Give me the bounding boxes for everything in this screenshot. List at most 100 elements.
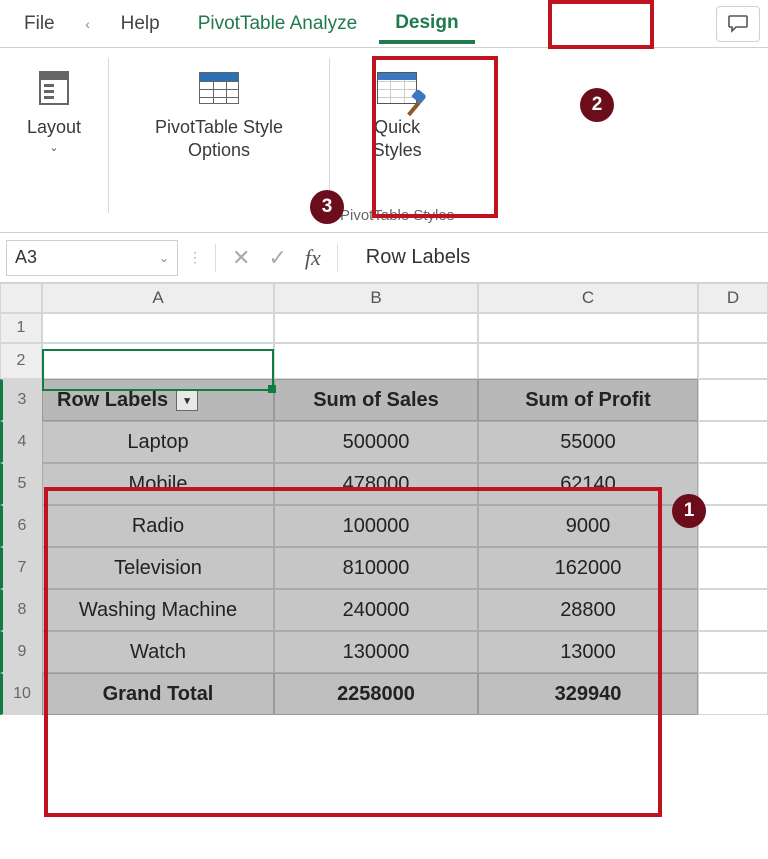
formula-input[interactable]: Row Labels bbox=[348, 246, 471, 269]
quick-styles-button[interactable]: Quick Styles bbox=[342, 58, 452, 163]
pivot-cell[interactable]: Watch bbox=[42, 631, 274, 673]
select-all-corner[interactable] bbox=[0, 283, 42, 313]
row-header[interactable]: 3 bbox=[0, 379, 42, 421]
cell[interactable] bbox=[274, 313, 478, 343]
col-header-B[interactable]: B bbox=[274, 283, 478, 313]
cell[interactable] bbox=[698, 547, 768, 589]
pivot-cell[interactable]: 55000 bbox=[478, 421, 698, 463]
row-header[interactable]: 2 bbox=[0, 343, 42, 379]
tab-strip: File ‹ Help PivotTable Analyze Design bbox=[0, 0, 768, 48]
ribbon: Layout ⌄ PivotTable Style Options Quick … bbox=[0, 48, 768, 233]
scroll-left-icon[interactable]: ‹ bbox=[77, 16, 99, 32]
grand-total-row: 10 Grand Total 2258000 329940 bbox=[0, 673, 768, 715]
cell[interactable] bbox=[698, 313, 768, 343]
table-row: 6 Radio 100000 9000 bbox=[0, 505, 768, 547]
row-header[interactable]: 7 bbox=[0, 547, 42, 589]
layout-button[interactable]: Layout ⌄ bbox=[10, 58, 98, 156]
row-header[interactable]: 9 bbox=[0, 631, 42, 673]
layout-label: Layout bbox=[27, 116, 81, 139]
filter-button[interactable]: ▾ bbox=[176, 389, 198, 411]
pivot-cell[interactable]: 162000 bbox=[478, 547, 698, 589]
cell[interactable] bbox=[698, 589, 768, 631]
pivot-total-label[interactable]: Grand Total bbox=[42, 673, 274, 715]
pivot-cell[interactable]: 810000 bbox=[274, 547, 478, 589]
pivot-cell[interactable]: 28800 bbox=[478, 589, 698, 631]
table-row: 4 Laptop 500000 55000 bbox=[0, 421, 768, 463]
pivot-total-sales[interactable]: 2258000 bbox=[274, 673, 478, 715]
col-header-D[interactable]: D bbox=[698, 283, 768, 313]
group-label: PivotTable Styles bbox=[340, 207, 454, 228]
col-header-A[interactable]: A bbox=[42, 283, 274, 313]
pivottable-styles-group: Quick Styles PivotTable Styles bbox=[340, 58, 454, 228]
chevron-down-icon: ⌄ bbox=[49, 141, 58, 154]
formula-bar: A3 ⌄ ⋮ ✕ ✓ fx Row Labels bbox=[0, 233, 768, 283]
row-header[interactable]: 4 bbox=[0, 421, 42, 463]
grip-icon: ⋮ bbox=[188, 249, 201, 266]
pivot-cell[interactable]: Washing Machine bbox=[42, 589, 274, 631]
quick-styles-label: Quick Styles bbox=[373, 116, 422, 161]
pivot-cell[interactable]: 9000 bbox=[478, 505, 698, 547]
column-headers: A B C D bbox=[0, 283, 768, 313]
cell[interactable] bbox=[478, 313, 698, 343]
row-header[interactable]: 10 bbox=[0, 673, 42, 715]
tab-help[interactable]: Help bbox=[105, 5, 176, 43]
pivot-header-rowlabels[interactable]: Row Labels ▾ bbox=[42, 379, 274, 421]
pivot-cell[interactable]: 13000 bbox=[478, 631, 698, 673]
row-header[interactable]: 8 bbox=[0, 589, 42, 631]
tab-file[interactable]: File bbox=[8, 5, 71, 43]
cell[interactable] bbox=[478, 343, 698, 379]
pivot-cell[interactable]: 100000 bbox=[274, 505, 478, 547]
badge-3: 3 bbox=[310, 190, 344, 224]
cell[interactable] bbox=[42, 313, 274, 343]
cell[interactable] bbox=[698, 631, 768, 673]
name-box[interactable]: A3 ⌄ bbox=[6, 240, 178, 276]
col-header-C[interactable]: C bbox=[478, 283, 698, 313]
tab-design[interactable]: Design bbox=[379, 4, 474, 44]
row-2: 2 bbox=[0, 343, 768, 379]
fx-button[interactable]: fx bbox=[299, 245, 327, 271]
tab-pivottable-analyze[interactable]: PivotTable Analyze bbox=[182, 5, 374, 43]
cell[interactable] bbox=[698, 463, 768, 505]
style-options-button[interactable]: PivotTable Style Options bbox=[119, 58, 319, 163]
pivot-total-profit[interactable]: 329940 bbox=[478, 673, 698, 715]
pivot-cell[interactable]: Mobile bbox=[42, 463, 274, 505]
table-row: 5 Mobile 478000 62140 bbox=[0, 463, 768, 505]
pivot-cell[interactable]: 130000 bbox=[274, 631, 478, 673]
pivot-cell[interactable]: 240000 bbox=[274, 589, 478, 631]
pivot-cell[interactable]: Television bbox=[42, 547, 274, 589]
name-box-value: A3 bbox=[15, 247, 37, 268]
cell[interactable] bbox=[274, 343, 478, 379]
comment-icon bbox=[727, 14, 749, 34]
cancel-button[interactable]: ✕ bbox=[226, 245, 256, 271]
worksheet[interactable]: A B C D 1 2 3 Row Labels ▾ Sum of Sales … bbox=[0, 283, 768, 715]
row-header[interactable]: 6 bbox=[0, 505, 42, 547]
cell[interactable] bbox=[698, 379, 768, 421]
cell[interactable] bbox=[698, 343, 768, 379]
comments-button[interactable] bbox=[716, 6, 760, 42]
layout-icon bbox=[39, 71, 69, 105]
pivot-cell[interactable]: Laptop bbox=[42, 421, 274, 463]
separator bbox=[108, 58, 109, 213]
style-options-label: PivotTable Style Options bbox=[155, 116, 283, 161]
row-header[interactable]: 5 bbox=[0, 463, 42, 505]
badge-1: 1 bbox=[672, 494, 706, 528]
cell[interactable] bbox=[698, 421, 768, 463]
cell[interactable] bbox=[698, 673, 768, 715]
row-3: 3 Row Labels ▾ Sum of Sales Sum of Profi… bbox=[0, 379, 768, 421]
pivot-cell[interactable]: 62140 bbox=[478, 463, 698, 505]
pivot-cell[interactable]: 500000 bbox=[274, 421, 478, 463]
confirm-button[interactable]: ✓ bbox=[262, 245, 292, 271]
row-1: 1 bbox=[0, 313, 768, 343]
pivot-cell[interactable]: 478000 bbox=[274, 463, 478, 505]
pivot-header-profit[interactable]: Sum of Profit bbox=[478, 379, 698, 421]
cell[interactable] bbox=[698, 505, 768, 547]
badge-2: 2 bbox=[580, 88, 614, 122]
pivot-cell[interactable]: Radio bbox=[42, 505, 274, 547]
row-header[interactable]: 1 bbox=[0, 313, 42, 343]
table-icon bbox=[199, 72, 239, 104]
table-row: 9 Watch 130000 13000 bbox=[0, 631, 768, 673]
cell[interactable] bbox=[42, 343, 274, 379]
pivot-header-sales[interactable]: Sum of Sales bbox=[274, 379, 478, 421]
pivot-header-text: Row Labels bbox=[57, 389, 168, 412]
separator bbox=[337, 244, 338, 272]
